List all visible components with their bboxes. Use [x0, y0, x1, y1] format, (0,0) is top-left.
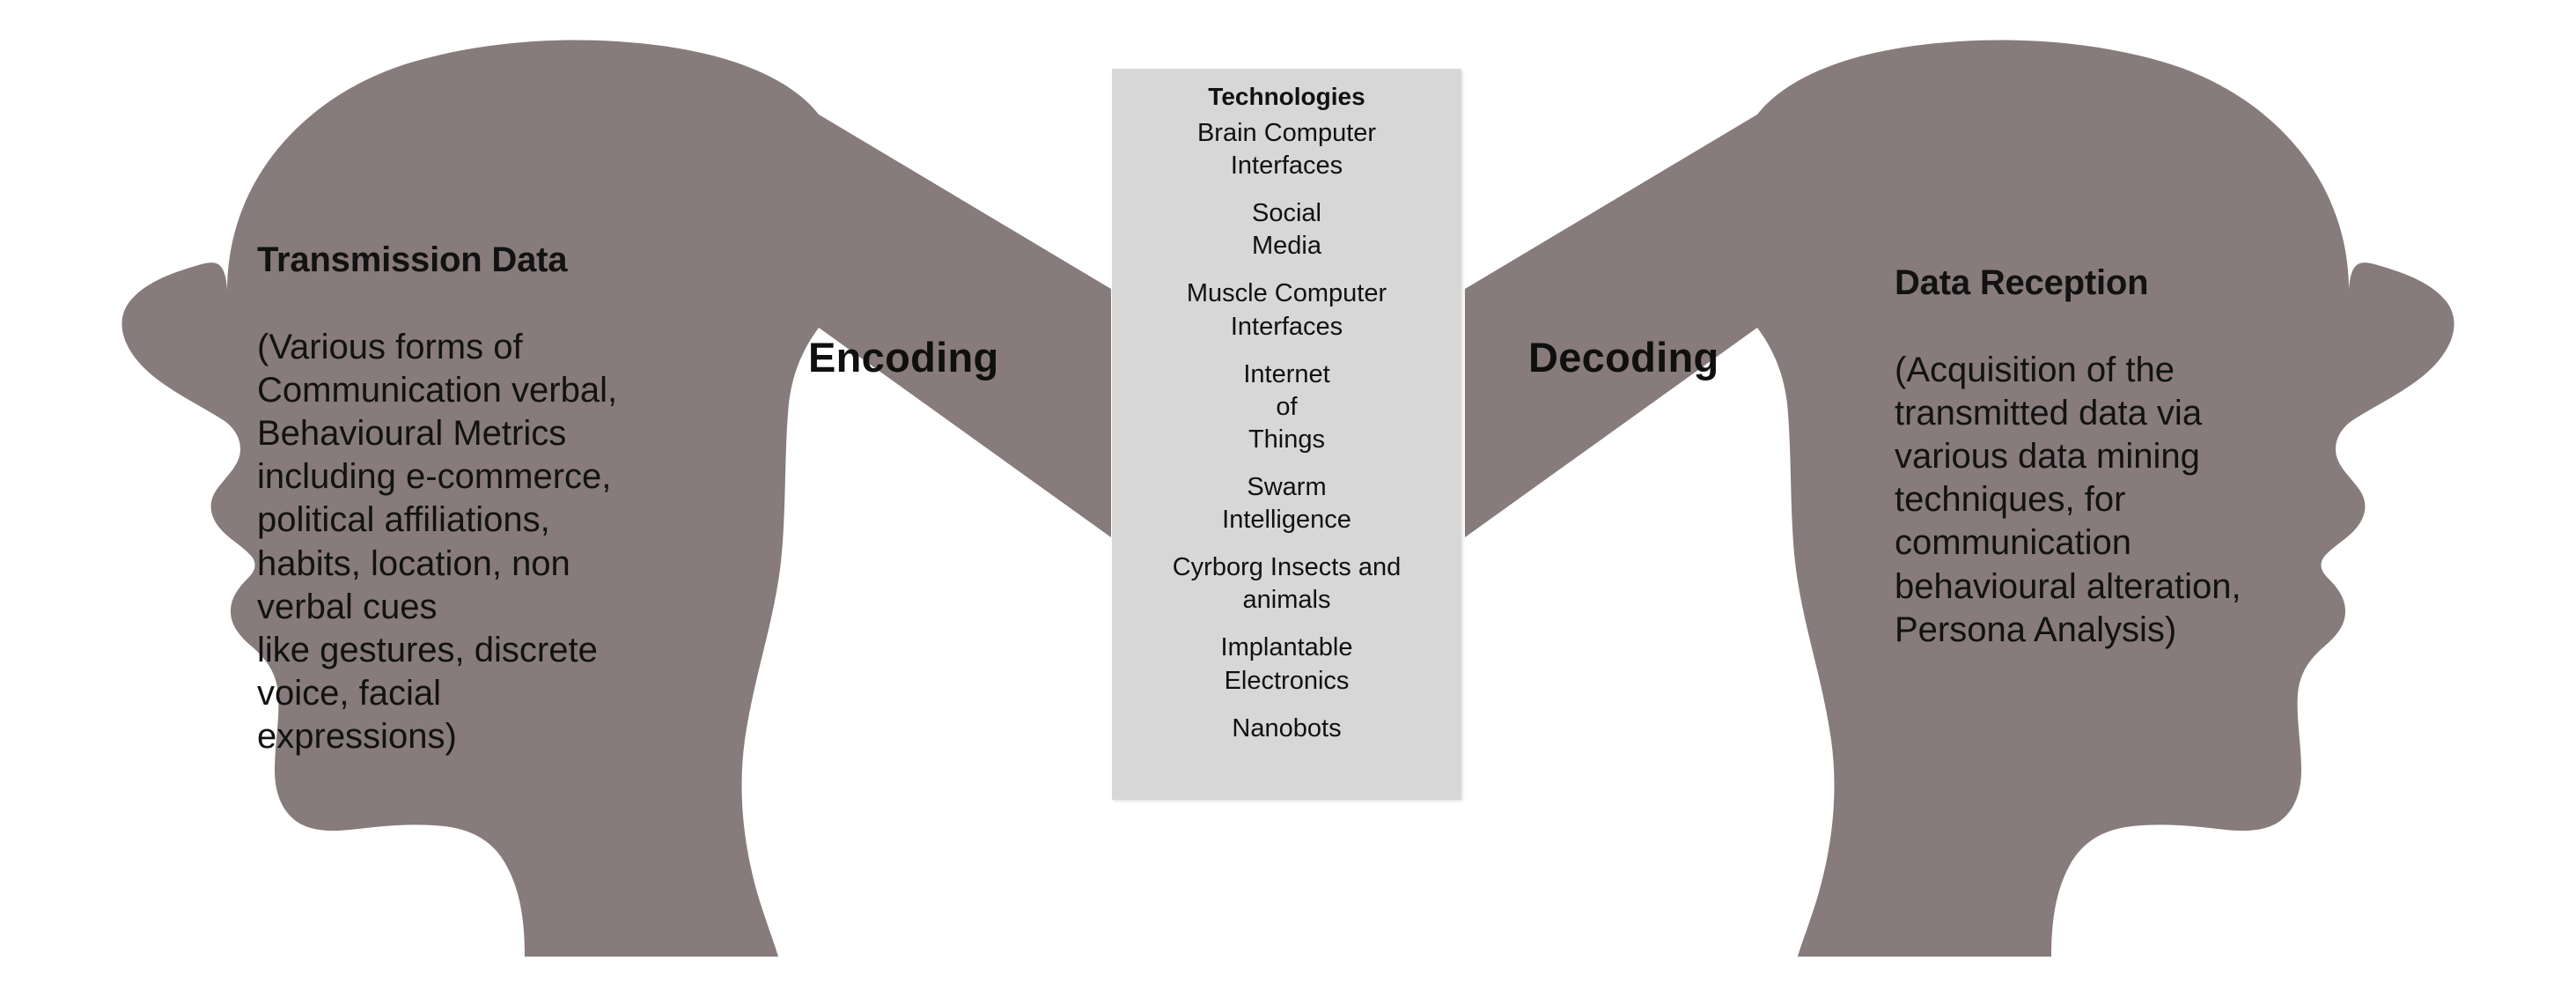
data-reception-body: (Acquisition of the transmitted data via… — [1895, 350, 2241, 649]
technology-item: Social Media — [1252, 199, 1321, 261]
encoding-label: Encoding — [808, 334, 999, 381]
transmission-data-title: Transmission Data — [257, 240, 568, 280]
data-reception-caption: Data Reception (Acquisition of the trans… — [1895, 218, 2352, 695]
decoding-label: Decoding — [1528, 334, 1719, 381]
technology-item: Nanobots — [1232, 713, 1342, 743]
technologies-panel: Technologies Brain Computer Interfaces S… — [1112, 69, 1461, 800]
technologies-panel-title: Technologies — [1208, 83, 1365, 110]
diagram-canvas: Transmission Data (Various forms of Comm… — [0, 0, 2576, 983]
technology-item: Cyrborg Insects and animals — [1172, 553, 1402, 615]
transmission-data-body: (Various forms of Communication verbal, … — [257, 327, 618, 757]
technology-item: Internet of Things — [1243, 359, 1330, 454]
technology-item: Implantable Electronics — [1220, 633, 1353, 695]
data-reception-title: Data Reception — [1895, 263, 2149, 303]
transmission-data-caption: Transmission Data (Various forms of Comm… — [257, 196, 750, 802]
technology-item: Swarm Intelligence — [1222, 472, 1351, 535]
technology-item: Muscle Computer Interfaces — [1186, 279, 1387, 341]
technology-item: Brain Computer Interfaces — [1196, 119, 1377, 181]
